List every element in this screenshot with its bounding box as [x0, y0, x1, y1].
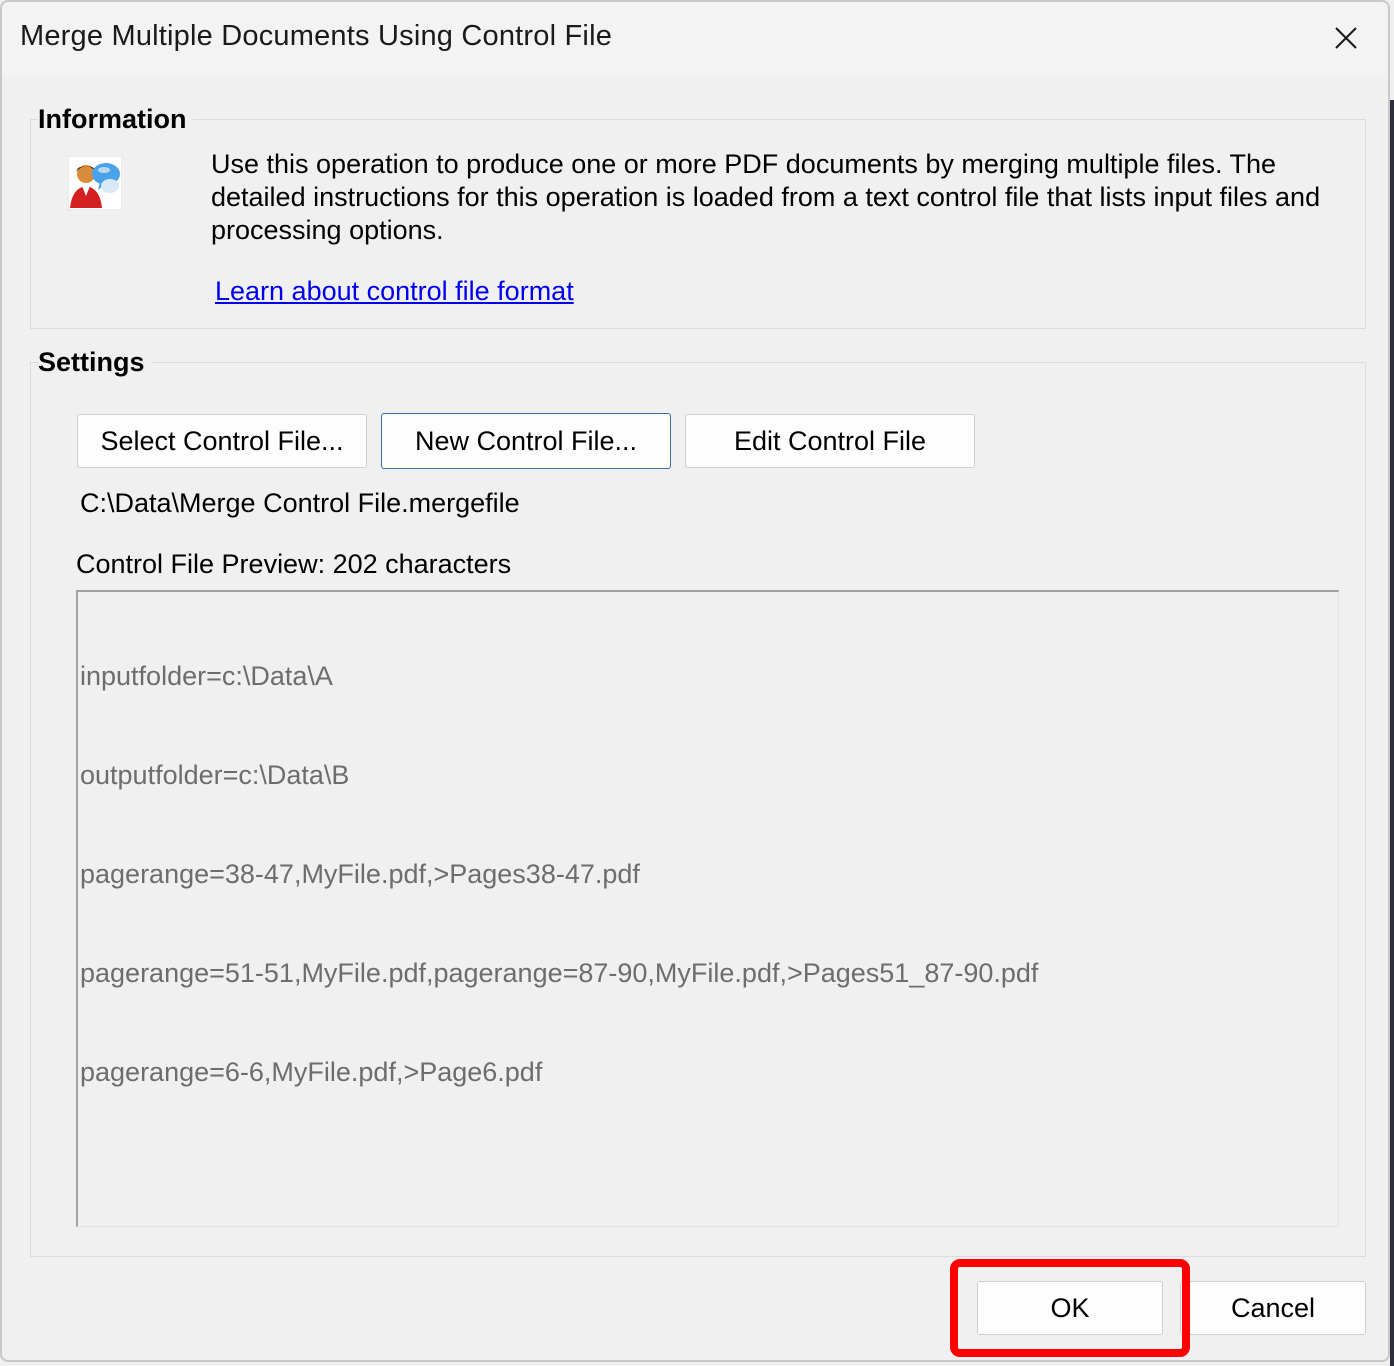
dialog-title: Merge Multiple Documents Using Control F… [20, 20, 613, 52]
settings-heading: Settings [38, 347, 151, 378]
control-file-preview-label: Control File Preview: 202 characters [76, 549, 512, 579]
cancel-button[interactable]: Cancel [1180, 1281, 1366, 1335]
information-text: Use this operation to produce one or mor… [211, 149, 1321, 245]
new-control-file-button[interactable]: New Control File... [381, 413, 671, 469]
learn-control-file-format-link[interactable]: Learn about control file format [215, 276, 574, 307]
preview-line: pagerange=38-47,MyFile.pdf,>Pages38-47.p… [80, 859, 640, 889]
close-icon [1335, 27, 1357, 49]
title-bar: Merge Multiple Documents Using Control F… [2, 2, 1388, 74]
users-chat-icon [67, 155, 123, 211]
information-heading: Information [38, 104, 193, 135]
close-button[interactable] [1304, 2, 1388, 74]
edit-control-file-button[interactable]: Edit Control File [685, 414, 975, 468]
preview-line: pagerange=51-51,MyFile.pdf,pagerange=87-… [80, 958, 1039, 988]
ok-button[interactable]: OK [977, 1281, 1163, 1335]
preview-line: outputfolder=c:\Data\B [80, 760, 350, 790]
control-file-path: C:\Data\Merge Control File.mergefile [80, 488, 520, 518]
merge-dialog: Merge Multiple Documents Using Control F… [0, 0, 1390, 1362]
background-window-edge [1390, 100, 1394, 1366]
preview-line: inputfolder=c:\Data\A [80, 661, 333, 691]
control-file-preview[interactable]: inputfolder=c:\Data\A outputfolder=c:\Da… [76, 590, 1339, 1227]
select-control-file-button[interactable]: Select Control File... [77, 414, 367, 468]
preview-line: pagerange=6-6,MyFile.pdf,>Page6.pdf [80, 1057, 543, 1087]
